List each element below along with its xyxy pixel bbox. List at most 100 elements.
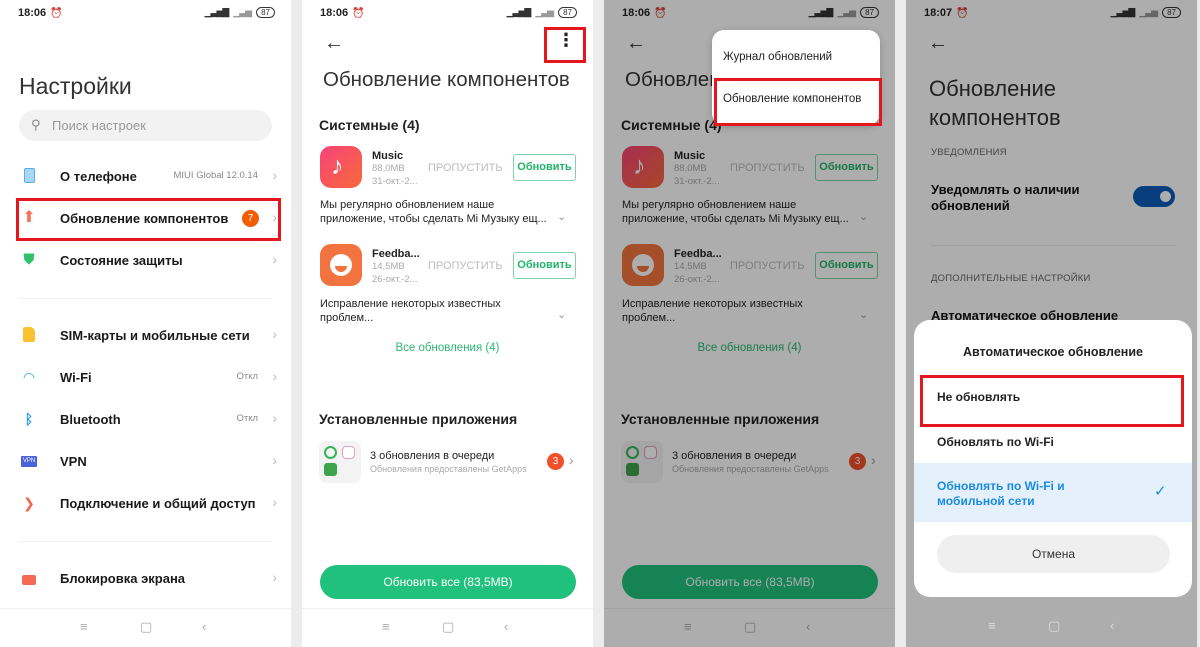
installed-section-header: Установленные приложения: [319, 411, 518, 427]
settings-item-wifi[interactable]: ◠ Wi-Fi Откл ›: [0, 366, 291, 390]
search-icon: ⚲: [31, 117, 41, 132]
highlight-box: [714, 78, 882, 126]
chevron-right-icon: ›: [272, 167, 277, 183]
battery-icon: 87: [558, 7, 577, 18]
menu-icon[interactable]: ≡: [80, 619, 88, 634]
home-icon[interactable]: ▢: [442, 619, 454, 635]
alarm-icon: ⏰: [50, 8, 63, 19]
chevron-right-icon: ›: [272, 452, 277, 468]
navigation-bar: ≡ ▢ ‹: [0, 608, 291, 647]
settings-item-connection-sharing[interactable]: ❯ Подключение и общий доступ ›: [0, 492, 291, 516]
app-date: 26-окт.-2...: [372, 274, 418, 285]
item-label: Блокировка экрана: [60, 571, 186, 586]
sim-icon: [21, 327, 37, 343]
page-title: Настройки: [19, 73, 132, 99]
chevron-right-icon: ›: [272, 494, 277, 510]
system-section-header: Системные (4): [319, 117, 420, 133]
navigation-bar: ≡ ▢ ‹: [906, 608, 1197, 647]
skip-button[interactable]: ПРОПУСТИТЬ: [428, 260, 503, 272]
component-settings-screen: 18:07 ⏰ ▁▃▅▇ ▁▃▅ 87 ← Обновление компоненто…: [906, 0, 1197, 647]
app-description: Исправление некоторых известных проблем.…: [320, 298, 501, 324]
app-name: Feedba...: [372, 248, 420, 260]
option-wifi-mobile-label: Обновлять по Wi-Fi и мобильной сети: [937, 479, 1065, 508]
shield-icon: ⛊: [23, 251, 35, 268]
queue-subtitle: Обновления предоставлены GetApps: [370, 464, 527, 474]
chevron-down-icon[interactable]: ⌄: [557, 210, 566, 223]
status-icons: ▁▃▅▇ ▁▃▅ 87: [205, 7, 275, 18]
back-nav-icon[interactable]: ‹: [1110, 618, 1114, 633]
app-size: 88,0MB: [372, 163, 405, 174]
highlight-box: [920, 375, 1184, 427]
back-nav-icon[interactable]: ‹: [202, 619, 206, 634]
all-updates-link[interactable]: Все обновления (4): [302, 342, 593, 354]
back-arrow-icon[interactable]: ←: [324, 32, 344, 55]
lock-icon: [21, 570, 37, 586]
home-icon[interactable]: ▢: [140, 619, 152, 635]
item-label: Wi-Fi: [60, 370, 92, 385]
menu-icon[interactable]: ≡: [988, 618, 996, 633]
dialog-title: Автоматическое обновление: [963, 345, 1143, 359]
app-group-icon: [319, 441, 361, 483]
highlight-box: [544, 27, 586, 63]
chevron-right-icon: ›: [272, 251, 277, 267]
updates-screen: 18:06 ⏰ ▁▃▅▇ ▁▃▅ 87 ← ⋮ Обновление компонен…: [302, 0, 593, 647]
settings-item-bluetooth[interactable]: ᛒ Bluetooth Откл ›: [0, 408, 291, 432]
status-time: 18:06 ⏰: [18, 7, 63, 19]
chevron-down-icon[interactable]: ⌄: [557, 308, 566, 321]
app-description: Мы регулярно обновлением наше приложение…: [320, 199, 547, 225]
settings-item-vpn[interactable]: VPN VPN ›: [0, 450, 291, 474]
search-placeholder: Поиск настроек: [52, 118, 146, 133]
item-label: О телефоне: [60, 169, 137, 184]
update-all-button[interactable]: Обновить все (83,5MB): [320, 565, 576, 599]
bluetooth-icon: ᛒ: [24, 411, 34, 427]
cancel-button[interactable]: Отмена: [937, 535, 1170, 573]
navigation-bar: ≡ ▢ ‹: [302, 608, 593, 647]
settings-item-security[interactable]: ⛊ Состояние защиты ›: [0, 249, 291, 273]
chevron-right-icon: ›: [272, 326, 277, 342]
queue-badge: 3: [547, 453, 564, 470]
signal-icon: ▁▃▅: [535, 7, 554, 17]
vpn-icon: VPN: [21, 453, 37, 469]
update-button[interactable]: Обновить: [513, 252, 576, 279]
page-title: Обновление компонентов: [323, 68, 570, 91]
divider: [19, 541, 272, 542]
queue-title: 3 обновления в очереди: [370, 450, 495, 462]
search-input[interactable]: ⚲ Поиск настроек: [19, 110, 272, 141]
wifi-icon: ◠: [22, 369, 36, 385]
share-icon: ❯: [23, 495, 35, 511]
settings-item-sim[interactable]: SIM-карты и мобильные сети ›: [0, 324, 291, 348]
item-value: Откл: [236, 413, 258, 424]
status-time: 18:06 ⏰: [320, 7, 365, 19]
status-icons: ▁▃▅▇ ▁▃▅ 87: [507, 7, 577, 18]
updates-screen-menu-open: 18:06⏰ ▁▃▅▇▁▃▅87 ← ⋮ Обновление компонен…: [604, 0, 895, 647]
divider: [19, 298, 272, 299]
chevron-right-icon[interactable]: ›: [569, 452, 574, 468]
phone-icon: [21, 168, 37, 184]
item-value: MIUI Global 12.0.14: [173, 170, 259, 181]
item-label: SIM-карты и мобильные сети: [60, 328, 250, 343]
signal-icon: ▁▃▅: [233, 7, 252, 17]
menu-item-update-log[interactable]: Журнал обновлений: [723, 51, 832, 63]
feedback-app-icon: [320, 244, 362, 286]
item-label: Подключение и общий доступ: [60, 496, 256, 511]
update-button[interactable]: Обновить: [513, 154, 576, 181]
app-name: Music: [372, 150, 404, 162]
option-wifi[interactable]: Обновлять по Wi-Fi: [937, 435, 1054, 449]
item-label: Состояние защиты: [60, 253, 183, 268]
highlight-box: [16, 198, 281, 241]
home-icon[interactable]: ▢: [1048, 618, 1060, 634]
app-date: 31-окт.-2...: [372, 176, 418, 187]
settings-item-about-phone[interactable]: О телефоне MIUI Global 12.0.14 ›: [0, 165, 291, 189]
skip-button[interactable]: ПРОПУСТИТЬ: [428, 162, 503, 174]
battery-icon: 87: [256, 7, 275, 18]
alarm-icon: ⏰: [352, 8, 365, 19]
settings-item-lock-screen[interactable]: Блокировка экрана ›: [0, 567, 291, 591]
item-label: Bluetooth: [60, 412, 121, 427]
check-icon: ✓: [1154, 483, 1167, 500]
app-size: 14,5MB: [372, 261, 405, 272]
chevron-right-icon: ›: [272, 569, 277, 585]
menu-icon[interactable]: ≡: [382, 619, 390, 634]
back-nav-icon[interactable]: ‹: [504, 619, 508, 634]
chevron-right-icon: ›: [272, 368, 277, 384]
signal-icon: ▁▃▅▇: [204, 7, 230, 17]
